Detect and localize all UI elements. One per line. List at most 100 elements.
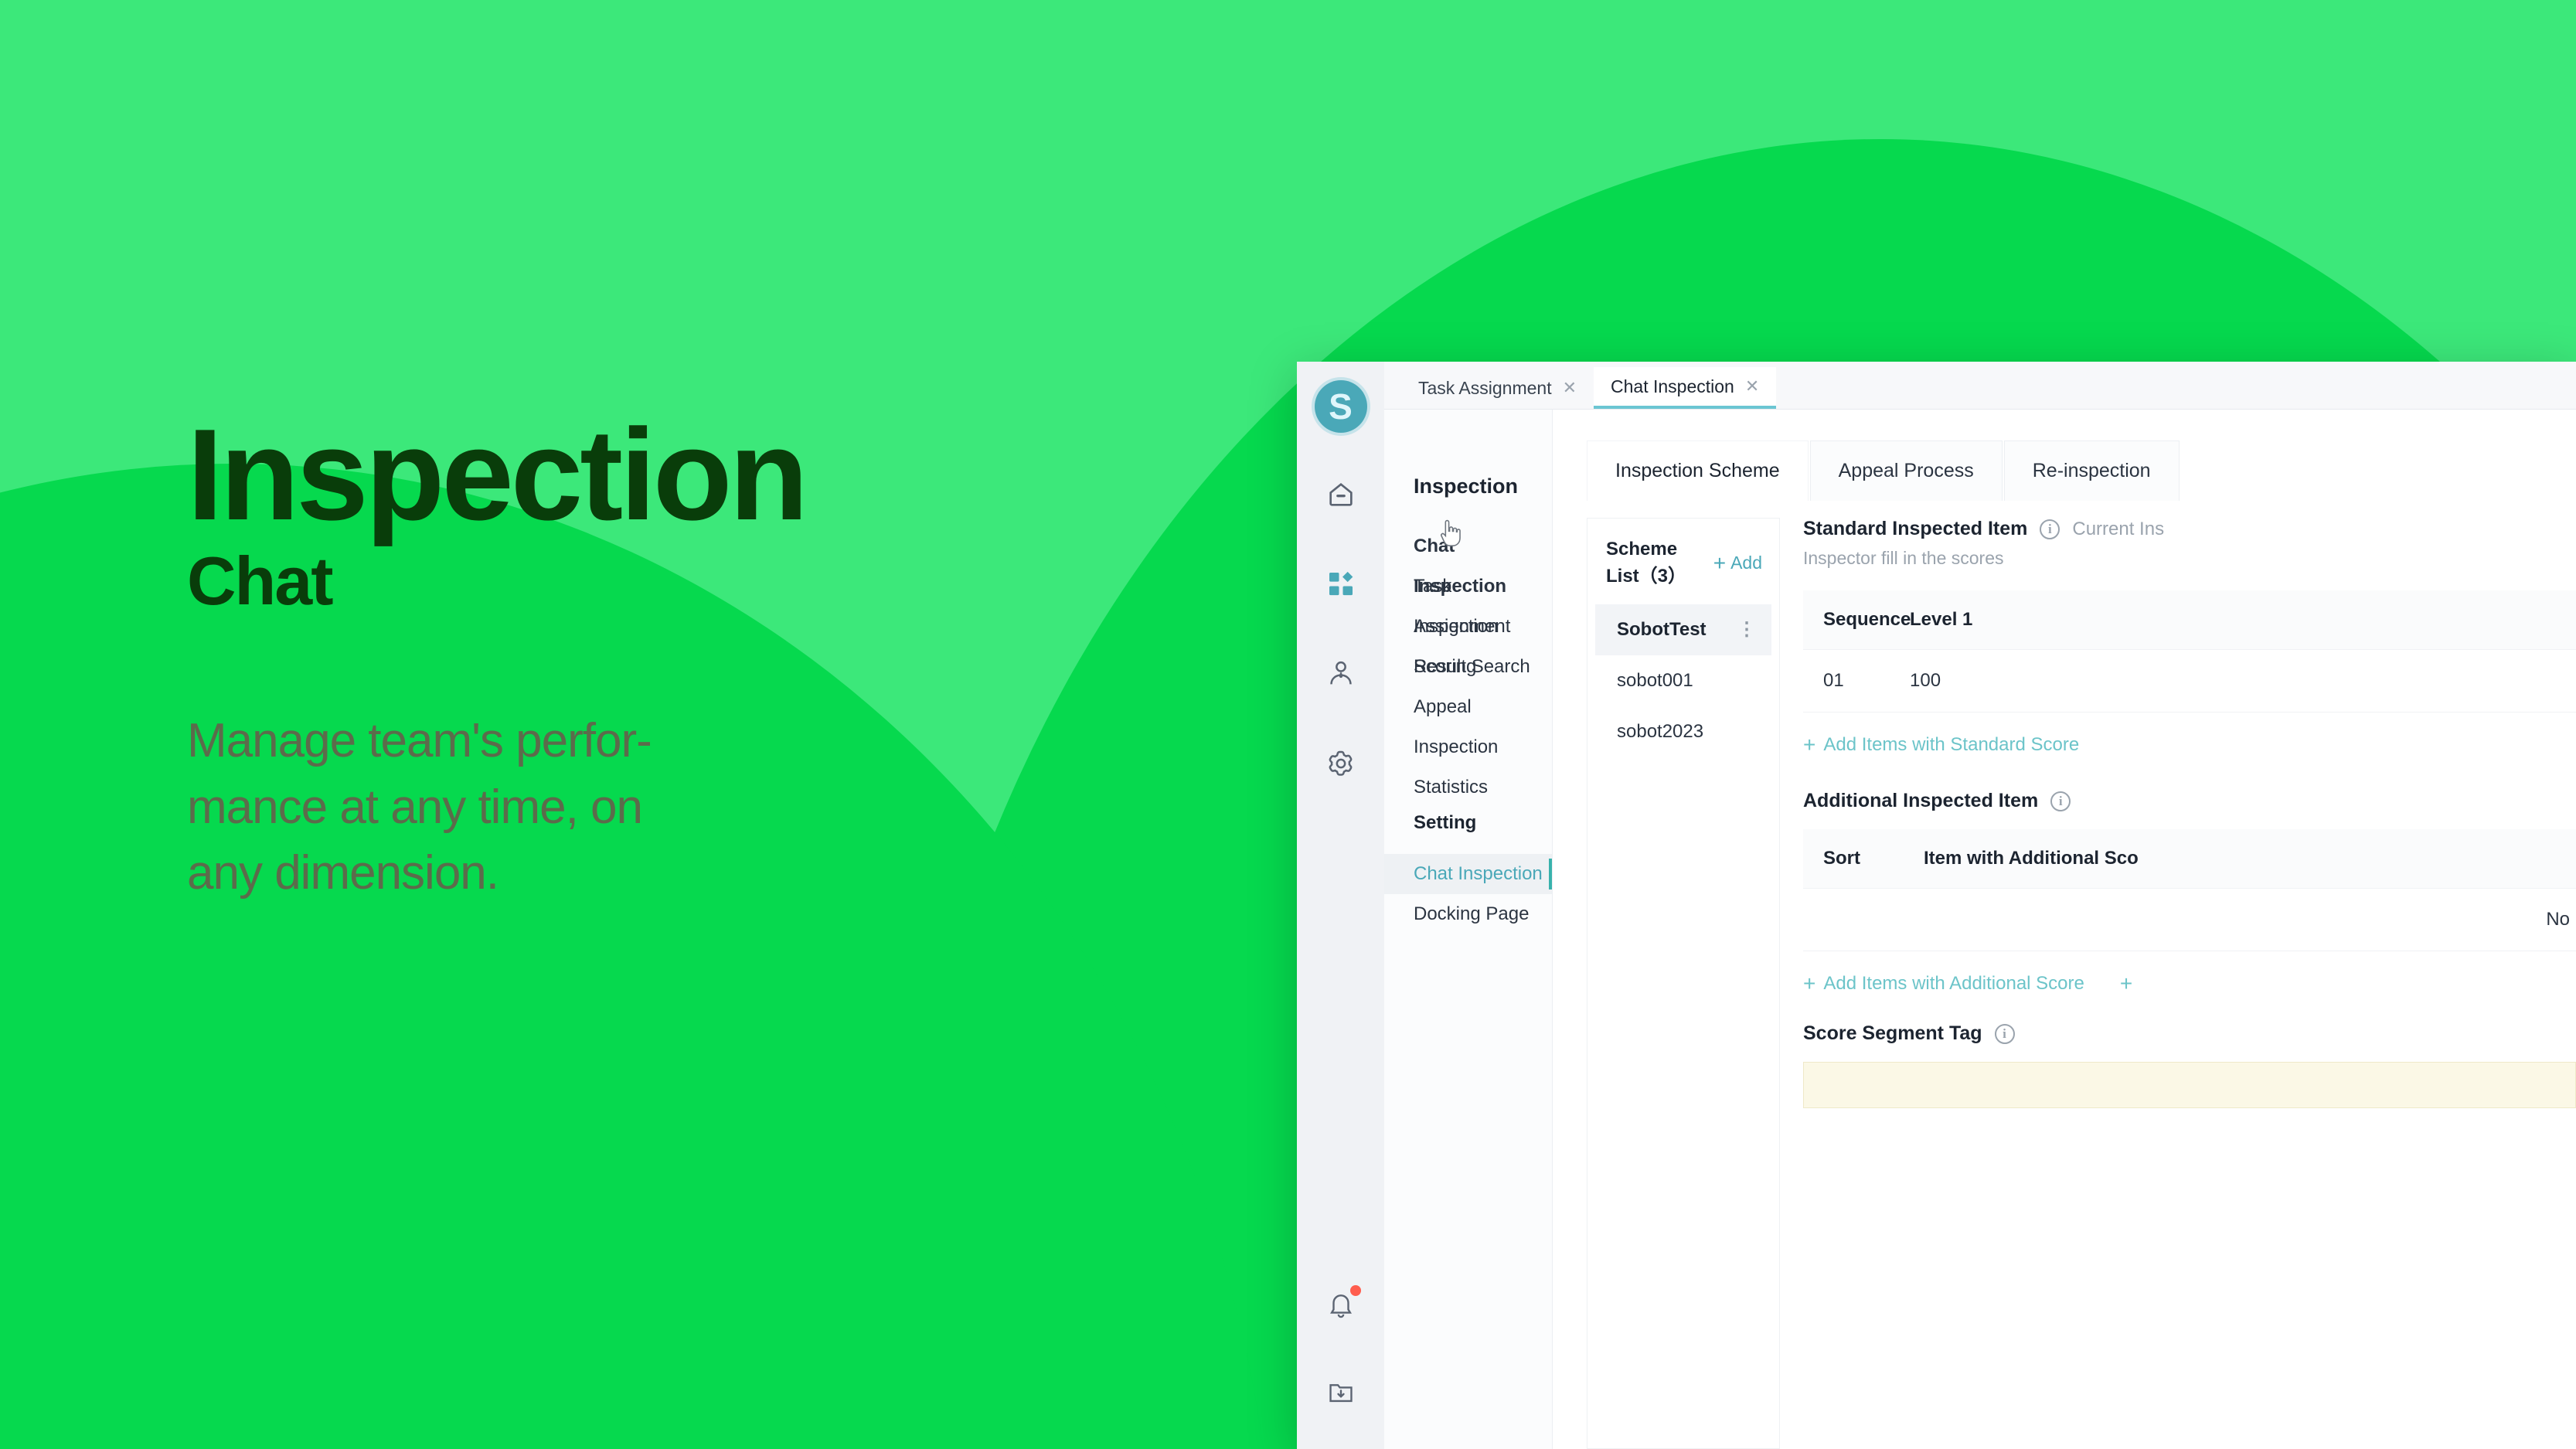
add-items-with-standard-score-button[interactable]: + Add Items with Standard Score [1803, 734, 2079, 756]
add-scheme-button[interactable]: + Add [1713, 550, 1762, 575]
tab-appeal-process[interactable]: Appeal Process [1809, 440, 2003, 501]
sidebar-item-inspection-scoring[interactable]: Inspection Scoring [1384, 607, 1552, 677]
sidebar-item-label: Inspection Statistics [1414, 736, 1499, 798]
plus-icon: + [1803, 971, 1816, 995]
cell-empty-state: No [1904, 888, 2576, 951]
apps-grid-icon[interactable] [1316, 560, 1366, 609]
column-header-sort: Sort [1803, 829, 1904, 889]
icon-rail: S [1297, 362, 1384, 1449]
plus-icon: + [2119, 971, 2133, 995]
sidebar-item-chat-inspection[interactable]: Chat Inspection [1384, 526, 1552, 597]
panes: Scheme List（3） + Add SobotTest ⋮ sobot00… [1553, 501, 2576, 1449]
table-header-row: Sequence Level 1 [1803, 590, 2576, 650]
standard-inspected-item-header: Standard Inspected Item i Current Ins [1803, 518, 2576, 540]
scheme-name: sobot2023 [1617, 721, 1704, 742]
scheme-name: SobotTest [1617, 619, 1707, 640]
home-icon[interactable] [1316, 470, 1366, 519]
list-item[interactable]: sobot001 [1595, 655, 1771, 706]
sidebar-item-docking-page[interactable]: Docking Page [1384, 894, 1552, 934]
table-header-row: Sort Item with Additional Sco [1803, 829, 2576, 889]
info-icon[interactable]: i [2050, 791, 2071, 811]
scheme-name: sobot001 [1617, 670, 1693, 691]
current-inspection-label: Current Ins [2072, 518, 2165, 539]
cell-sort [1803, 888, 1904, 951]
info-icon[interactable]: i [1994, 1023, 2015, 1044]
standard-inspected-item-table: Sequence Level 1 01 100 [1803, 590, 2576, 713]
sidebar-item-label: Chat Inspection [1414, 863, 1543, 884]
content-body: Inspection Chat Inspection Task Assignme… [1384, 410, 2576, 1449]
tab-label: Inspection Scheme [1615, 460, 1780, 481]
add-link-label: Add Items with Standard Score [1823, 734, 2080, 755]
column-header-item-with-additional-score: Item with Additional Sco [1904, 829, 2576, 889]
nav-group-setting: Setting [1414, 812, 1477, 833]
section-title: Standard Inspected Item [1803, 518, 2028, 539]
hero-description: Manage team's perfor- mance at any time,… [187, 714, 652, 900]
sobot-logo-letter: S [1329, 386, 1353, 427]
tab-label: Re-inspection [2032, 460, 2151, 481]
tab-task-assignment-label: Task Assignment [1418, 377, 1552, 398]
inspection-tab-group: Inspection Scheme Appeal Process Re-insp… [1553, 410, 2576, 501]
scheme-list-title: Scheme List（3） [1606, 539, 1687, 587]
notification-badge-dot [1349, 1285, 1361, 1296]
gear-icon[interactable] [1316, 739, 1366, 788]
secondary-nav: Inspection Chat Inspection Task Assignme… [1384, 410, 1553, 1449]
section-title: Score Segment Tag [1803, 1022, 1982, 1044]
app-window: S Task Assignment ✕ Chat Inspection ✕ In… [1297, 362, 2576, 1449]
section-title: Additional Inspected Item [1803, 790, 2039, 811]
column-header-sequence: Sequence [1803, 590, 1911, 650]
list-item[interactable]: SobotTest ⋮ [1595, 604, 1771, 655]
additional-inspected-item-table: Sort Item with Additional Sco No [1803, 829, 2576, 951]
close-icon[interactable]: ✕ [1745, 376, 1759, 396]
sidebar-item-result-search[interactable]: Result Search [1384, 647, 1552, 687]
table-row[interactable]: No [1803, 888, 2576, 951]
tab-chat-inspection[interactable]: Chat Inspection ✕ [1594, 367, 1777, 409]
score-segment-tag-box[interactable] [1803, 1062, 2576, 1108]
score-segment-tag-header: Score Segment Tag i [1803, 1022, 2576, 1045]
close-icon[interactable]: ✕ [1563, 378, 1577, 398]
sidebar-item-task-assignment[interactable]: Task Assignment [1384, 566, 1552, 637]
app-content: Task Assignment ✕ Chat Inspection ✕ Insp… [1384, 362, 2576, 1449]
column-header-level-1: Level 1 [1890, 590, 2576, 650]
table-row[interactable]: 01 100 [1803, 649, 2576, 713]
tab-task-assignment[interactable]: Task Assignment ✕ [1401, 367, 1594, 409]
browser-tab-strip: Task Assignment ✕ Chat Inspection ✕ [1384, 362, 2576, 410]
sidebar-item-setting-chat-inspection[interactable]: Chat Inspection [1384, 854, 1552, 894]
scheme-list-header: Scheme List（3） + Add [1587, 539, 1779, 587]
list-item[interactable]: sobot2023 [1595, 706, 1771, 757]
add-secondary-button[interactable]: + [2120, 973, 2132, 995]
sidebar-item-label: Appeal [1414, 696, 1472, 717]
download-folder-icon[interactable] [1316, 1367, 1366, 1417]
hero-title: Inspection [187, 402, 808, 547]
tab-chat-inspection-label: Chat Inspection [1611, 376, 1734, 396]
nav-section-title: Inspection [1414, 474, 1519, 498]
tab-label: Appeal Process [1838, 460, 1974, 481]
additional-add-row: + Add Items with Additional Score + [1803, 951, 2576, 995]
tab-inspection-scheme[interactable]: Inspection Scheme [1587, 440, 1809, 501]
add-items-with-additional-score-button[interactable]: + Add Items with Additional Score [1803, 973, 2084, 995]
cell-sequence: 01 [1803, 649, 1890, 713]
add-scheme-label: Add [1730, 553, 1762, 573]
kebab-menu-icon[interactable]: ⋮ [1737, 620, 1756, 638]
sidebar-item-label: Docking Page [1414, 903, 1530, 924]
info-icon[interactable]: i [2040, 519, 2060, 539]
tab-re-inspection[interactable]: Re-inspection [2003, 440, 2180, 501]
plus-icon: + [1713, 550, 1727, 575]
sobot-logo[interactable]: S [1314, 380, 1367, 433]
agent-user-icon[interactable] [1316, 649, 1366, 699]
scheme-detail-panel: Standard Inspected Item i Current Ins In… [1803, 518, 2576, 1449]
sidebar-item-appeal[interactable]: Appeal [1384, 687, 1552, 727]
add-link-label: Add Items with Additional Score [1823, 973, 2084, 994]
plus-icon: + [1803, 733, 1816, 757]
additional-inspected-item-header: Additional Inspected Item i [1803, 790, 2576, 812]
scheme-list-panel: Scheme List（3） + Add SobotTest ⋮ sobot00… [1587, 518, 1780, 1449]
sidebar-item-label: Result Search [1414, 656, 1530, 677]
sidebar-item-inspection-statistics[interactable]: Inspection Statistics [1384, 727, 1552, 798]
bell-icon[interactable] [1316, 1281, 1366, 1330]
standard-section-subtitle: Inspector fill in the scores [1803, 548, 2004, 568]
main-pane: Inspection Scheme Appeal Process Re-insp… [1553, 410, 2576, 1449]
hero-subtitle: Chat [187, 543, 334, 619]
hero-section: Inspection Chat Manage team's perfor- ma… [187, 410, 1114, 906]
cell-level-1: 100 [1890, 649, 2576, 713]
